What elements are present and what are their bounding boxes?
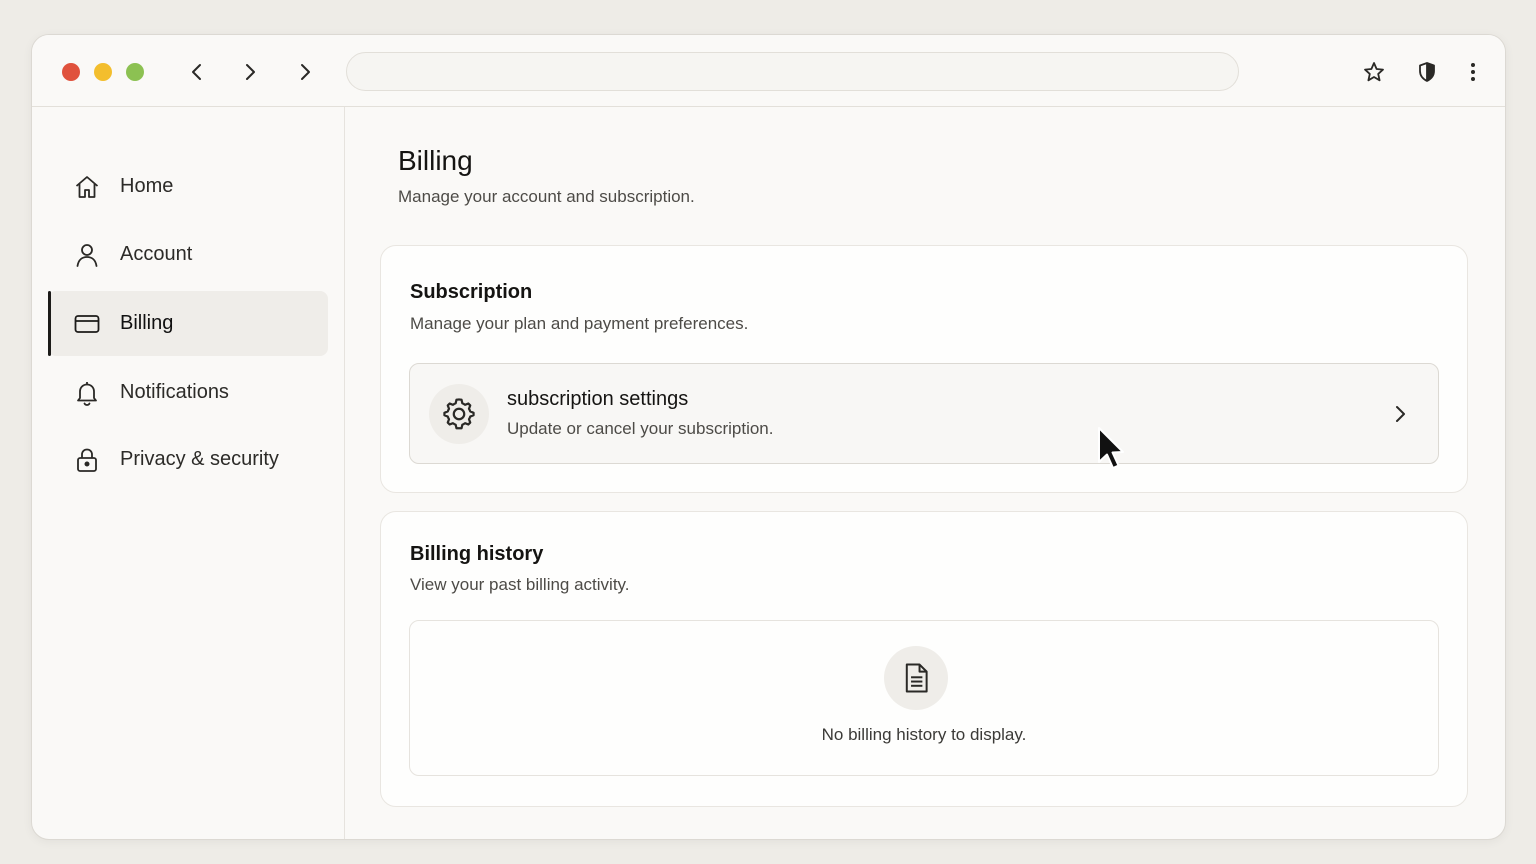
main-content: Billing Manage your account and subscrip… [346,107,1505,839]
chevron-right-icon [1386,400,1414,428]
close-window-dot[interactable] [62,63,80,81]
billing-history-title: Billing history [410,543,544,565]
sidebar: Home Account Billing Notifications Priva… [32,107,345,839]
forward-alt-button[interactable] [290,57,320,87]
subscription-title: Subscription [410,281,533,303]
document-icon [884,646,948,710]
subscription-settings-row[interactable]: subscription settings Update or cancel y… [409,363,1439,464]
sidebar-item-label: Billing [120,312,174,334]
subscription-settings-subtitle: Update or cancel your subscription. [507,419,774,438]
subscription-settings-title: subscription settings [507,388,689,410]
browser-window: Home Account Billing Notifications Priva… [31,34,1506,840]
shield-button[interactable] [1412,57,1442,87]
subscription-subtitle: Manage your plan and payment preferences… [410,314,749,333]
chevron-left-icon [192,64,201,80]
bell-icon [72,378,102,408]
browser-toolbar [32,35,1505,107]
subscription-card: Subscription Manage your plan and paymen… [380,245,1468,493]
sidebar-item-notifications[interactable]: Notifications [48,360,328,425]
minimize-window-dot[interactable] [94,63,112,81]
empty-state-text: No billing history to display. [821,725,1027,744]
sidebar-item-label: Account [120,243,193,265]
lock-icon [72,445,102,475]
address-bar-input[interactable] [346,52,1239,91]
forward-button[interactable] [235,57,265,87]
sidebar-item-home[interactable]: Home [48,154,328,219]
billing-history-empty-state: No billing history to display. [409,620,1439,776]
chevron-right-icon [246,64,255,80]
home-icon [72,172,102,202]
page-subtitle: Manage your account and subscription. [398,187,695,206]
sidebar-item-privacy-security[interactable]: Privacy & security [48,427,328,492]
billing-history-card: Billing history View your past billing a… [380,511,1468,807]
star-icon [1364,62,1384,82]
credit-card-icon [72,309,102,339]
sidebar-item-billing[interactable]: Billing [48,291,328,356]
page-title: Billing [398,145,473,176]
sidebar-item-account[interactable]: Account [48,222,328,287]
chevron-right-icon [301,64,310,80]
shield-icon [1419,62,1435,82]
sidebar-item-label: Privacy & security [120,448,279,470]
bookmark-button[interactable] [1359,57,1389,87]
billing-history-subtitle: View your past billing activity. [410,575,630,594]
maximize-window-dot[interactable] [126,63,144,81]
gear-icon [429,384,489,444]
vertical-dots-icon [1471,63,1475,81]
back-button[interactable] [182,57,212,87]
browser-menu-button[interactable] [1458,57,1488,87]
user-icon [72,240,102,270]
sidebar-item-label: Notifications [120,381,229,403]
sidebar-item-label: Home [120,175,174,197]
